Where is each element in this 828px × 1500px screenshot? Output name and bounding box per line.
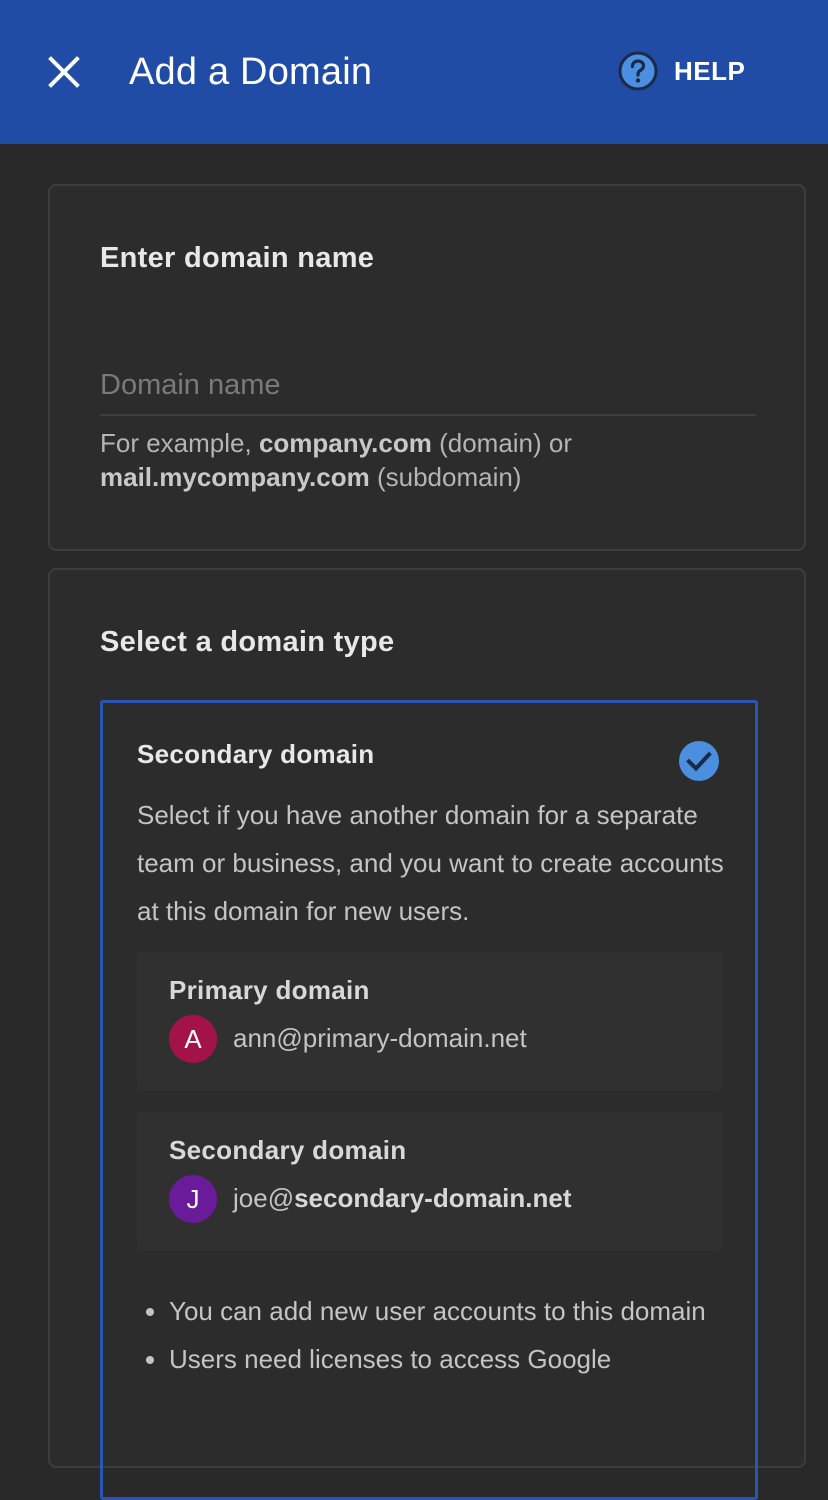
check-circle-icon	[679, 741, 719, 781]
domain-name-card: Enter domain name For example, company.c…	[48, 184, 806, 551]
example-label: Secondary domain	[169, 1135, 407, 1165]
hint-domain-note: (domain) or	[431, 428, 573, 458]
avatar: J	[169, 1175, 217, 1223]
domain-name-hint: For example, company.com (domain) or mai…	[100, 426, 760, 494]
close-icon	[48, 56, 80, 88]
hint-example-subdomain: mail.mycompany.com	[100, 462, 370, 492]
email-text: ann@primary-domain.net	[233, 1023, 527, 1053]
example-email: joe@secondary-domain.net	[233, 1183, 572, 1214]
help-button[interactable]: HELP	[618, 48, 745, 94]
example-primary-domain: Primary domain A ann@primary-domain.net	[137, 951, 723, 1091]
page-title: Add a Domain	[129, 51, 373, 93]
hint-subdomain-note: (subdomain)	[369, 462, 522, 492]
option-title: Secondary domain	[137, 739, 375, 769]
help-circle-icon	[618, 51, 658, 91]
email-text: joe@	[233, 1183, 295, 1213]
domain-name-input[interactable]	[100, 356, 756, 416]
help-label: HELP	[674, 55, 746, 86]
hint-example-domain: company.com	[258, 428, 432, 458]
list-item: Users need licenses to access Google	[169, 1335, 737, 1383]
hint-prefix: For example,	[100, 428, 259, 458]
option-description: Select if you have another domain for a …	[137, 800, 724, 926]
example-email: ann@primary-domain.net	[233, 1023, 527, 1054]
domain-name-heading: Enter domain name	[100, 242, 375, 274]
avatar: A	[169, 1015, 217, 1063]
feature-list: You can add new user accounts to this do…	[137, 1287, 737, 1383]
list-item: You can add new user accounts to this do…	[169, 1287, 737, 1335]
email-domain: secondary-domain.net	[294, 1183, 572, 1213]
example-label: Primary domain	[169, 975, 370, 1005]
secondary-domain-option[interactable]: Secondary domain Select if you have anot…	[100, 700, 758, 1500]
example-secondary-domain: Secondary domain J joe@secondary-domain.…	[137, 1111, 723, 1251]
app-bar: Add a Domain HELP	[0, 0, 828, 144]
domain-type-heading: Select a domain type	[100, 626, 395, 658]
close-button[interactable]	[40, 48, 88, 96]
domain-type-card: Select a domain type Secondary domain Se…	[48, 568, 806, 1500]
